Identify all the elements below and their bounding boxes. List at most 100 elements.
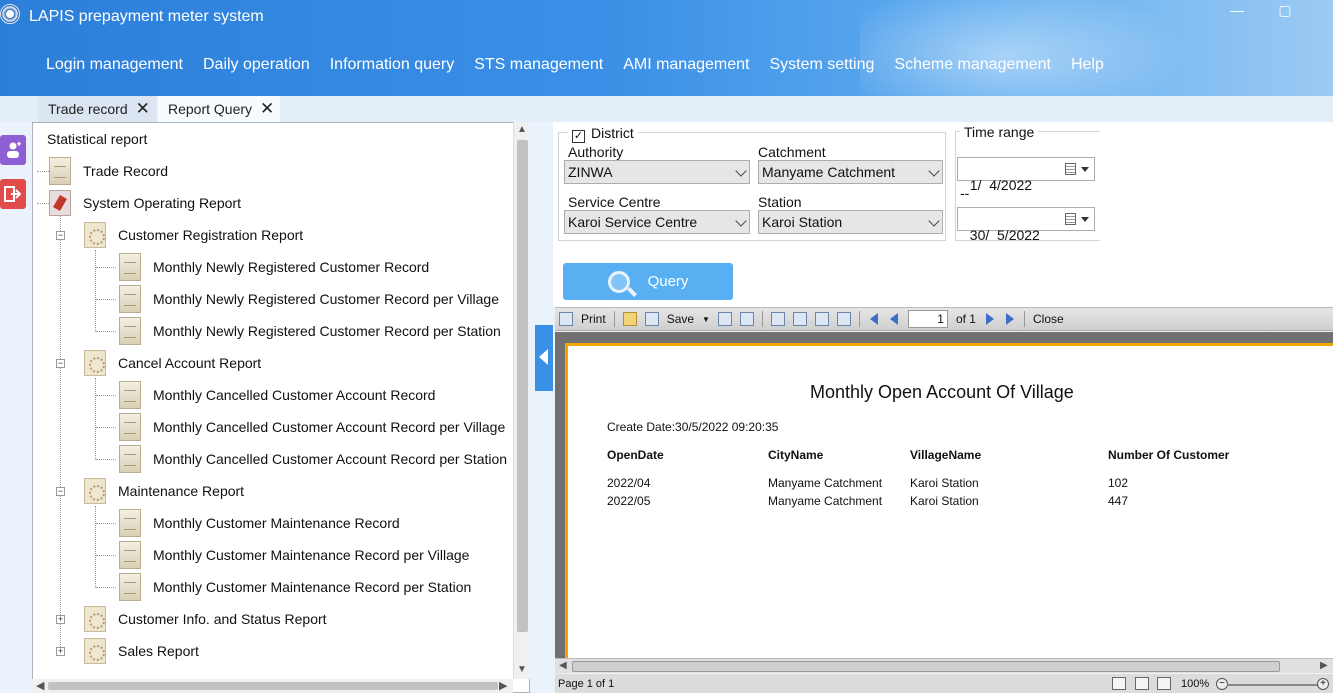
date-to-picker[interactable]: 30/ 5/2022 xyxy=(957,207,1095,243)
district-checkbox[interactable]: ✓ xyxy=(572,130,585,143)
report-toolbar: Print Save ▼ 1 of 1 Close xyxy=(555,307,1333,331)
catchment-select[interactable]: Manyame Catchment xyxy=(758,160,943,184)
chevron-down-icon xyxy=(735,165,747,177)
menu-login-management[interactable]: Login management xyxy=(46,56,183,74)
collapse-panel-button[interactable] xyxy=(535,325,553,391)
folder-gear-icon xyxy=(84,606,106,632)
menu-scheme-management[interactable]: Scheme management xyxy=(894,56,1051,74)
tree-item-monthly-cancelled-village[interactable]: Monthly Cancelled Customer Account Recor… xyxy=(119,413,505,441)
tree-vertical-scrollbar[interactable]: ▲ ▼ xyxy=(513,122,530,679)
page-setup-icon[interactable] xyxy=(836,312,851,326)
tree-item-sales-report[interactable]: Sales Report xyxy=(84,637,199,665)
tree-root-statistical-report[interactable]: Statistical report xyxy=(47,125,147,153)
next-page-icon[interactable] xyxy=(985,313,994,325)
zoom-in-icon[interactable]: + xyxy=(1317,678,1329,690)
scroll-thumb[interactable] xyxy=(48,682,498,690)
menu-ami-management[interactable]: AMI management xyxy=(623,56,749,74)
add-user-button[interactable] xyxy=(0,135,26,165)
tree-item-monthly-maintenance-village[interactable]: Monthly Customer Maintenance Record per … xyxy=(119,541,469,569)
calendar-icon[interactable] xyxy=(1065,213,1076,225)
tree-item-maintenance-report[interactable]: Maintenance Report xyxy=(84,477,244,505)
tree-item-trade-record[interactable]: Trade Record xyxy=(49,157,168,185)
first-page-icon[interactable] xyxy=(869,313,878,325)
logout-button[interactable] xyxy=(0,179,26,209)
collapse-icon[interactable]: − xyxy=(56,487,65,496)
date-from-picker[interactable]: 1/ 4/2022 xyxy=(957,157,1095,193)
station-select[interactable]: Karoi Station xyxy=(758,210,943,234)
menu-daily-operation[interactable]: Daily operation xyxy=(203,56,310,74)
save-button[interactable]: Save xyxy=(667,312,694,326)
system-report-icon xyxy=(49,190,71,216)
report-horizontal-scrollbar[interactable]: ◀ ▶ xyxy=(555,658,1333,673)
previous-page-icon[interactable] xyxy=(889,313,898,325)
scroll-right-icon[interactable]: ▶ xyxy=(499,679,507,692)
last-page-icon[interactable] xyxy=(1005,313,1014,325)
scroll-right-icon[interactable]: ▶ xyxy=(1320,660,1328,671)
print-icon[interactable] xyxy=(559,312,573,326)
service-centre-select[interactable]: Karoi Service Centre xyxy=(564,210,750,234)
toolbar-divider xyxy=(858,311,860,327)
tab-report-query[interactable]: Report Query ✕ xyxy=(158,96,281,122)
expand-icon[interactable]: + xyxy=(56,615,65,624)
tree-item-cancel-account-report[interactable]: Cancel Account Report xyxy=(84,349,261,377)
scroll-left-icon[interactable]: ◀ xyxy=(36,679,44,692)
tree-item-system-operating-report[interactable]: System Operating Report xyxy=(49,189,241,217)
minimize-button[interactable]: — xyxy=(1222,2,1252,18)
tree-item-monthly-new-customer-village[interactable]: Monthly Newly Registered Customer Record… xyxy=(119,285,499,313)
tree-connector xyxy=(96,459,116,460)
add-user-icon xyxy=(7,141,21,158)
collapse-icon[interactable]: − xyxy=(56,231,65,240)
scroll-thumb[interactable] xyxy=(572,661,1280,672)
print-button[interactable]: Print xyxy=(581,312,606,326)
tree-item-customer-registration-report[interactable]: Customer Registration Report xyxy=(84,221,303,249)
tree-item-monthly-cancelled[interactable]: Monthly Cancelled Customer Account Recor… xyxy=(119,381,435,409)
tree-item-customer-info-status[interactable]: Customer Info. and Status Report xyxy=(84,605,327,633)
close-icon[interactable]: ✕ xyxy=(136,99,150,119)
menu-information-query[interactable]: Information query xyxy=(330,56,455,74)
save-icon[interactable] xyxy=(644,312,659,326)
zoom-icon[interactable] xyxy=(792,312,807,326)
dropdown-arrow-icon[interactable] xyxy=(1081,217,1089,222)
calendar-icon[interactable] xyxy=(1065,163,1076,175)
scroll-up-icon[interactable]: ▲ xyxy=(517,124,527,135)
tree-connector xyxy=(96,299,116,300)
tree-item-monthly-maintenance[interactable]: Monthly Customer Maintenance Record xyxy=(119,509,400,537)
scroll-left-icon[interactable]: ◀ xyxy=(559,660,567,671)
tree-item-monthly-maintenance-station[interactable]: Monthly Customer Maintenance Record per … xyxy=(119,573,471,601)
table-cell: 2022/04 xyxy=(607,476,651,490)
save-dropdown-icon[interactable]: ▼ xyxy=(702,315,710,324)
tree-label: Monthly Cancelled Customer Account Recor… xyxy=(153,387,436,403)
menu-sts-management[interactable]: STS management xyxy=(474,56,603,74)
tree-item-monthly-cancelled-station[interactable]: Monthly Cancelled Customer Account Recor… xyxy=(119,445,507,473)
zoom-slider[interactable] xyxy=(1227,684,1327,686)
catchment-value: Manyame Catchment xyxy=(762,164,896,180)
tab-trade-record[interactable]: Trade record ✕ xyxy=(38,96,156,122)
menu-system-setting[interactable]: System setting xyxy=(769,56,874,74)
query-button[interactable]: Query xyxy=(563,263,733,300)
single-page-view-icon[interactable] xyxy=(1112,677,1126,690)
close-report-button[interactable]: Close xyxy=(1033,312,1064,326)
main-menu: Login management Daily operation Informa… xyxy=(46,56,1124,74)
open-folder-icon[interactable] xyxy=(622,312,637,326)
edit-icon[interactable] xyxy=(814,312,829,326)
menu-help[interactable]: Help xyxy=(1071,56,1104,74)
authority-select[interactable]: ZINWA xyxy=(564,160,750,184)
find-icon[interactable] xyxy=(739,312,754,326)
district-legend[interactable]: ✓ District xyxy=(568,125,638,143)
scroll-thumb[interactable] xyxy=(517,140,528,632)
tree-item-monthly-new-customer-station[interactable]: Monthly Newly Registered Customer Record… xyxy=(119,317,501,345)
chevron-down-icon xyxy=(735,215,747,227)
email-icon[interactable] xyxy=(717,312,732,326)
dropdown-arrow-icon[interactable] xyxy=(1081,167,1089,172)
tree-horizontal-scrollbar[interactable]: ◀ ▶ xyxy=(32,679,513,693)
two-page-view-icon[interactable] xyxy=(1135,677,1149,690)
continuous-view-icon[interactable] xyxy=(1157,677,1171,690)
tree-item-monthly-new-customer[interactable]: Monthly Newly Registered Customer Record xyxy=(119,253,429,281)
page-number-input[interactable]: 1 xyxy=(907,310,948,328)
expand-icon[interactable]: + xyxy=(56,647,65,656)
layout-icon[interactable] xyxy=(770,312,785,326)
maximize-button[interactable]: ▢ xyxy=(1270,2,1300,19)
collapse-icon[interactable]: − xyxy=(56,359,65,368)
close-icon[interactable]: ✕ xyxy=(260,99,274,119)
scroll-down-icon[interactable]: ▼ xyxy=(517,664,527,675)
